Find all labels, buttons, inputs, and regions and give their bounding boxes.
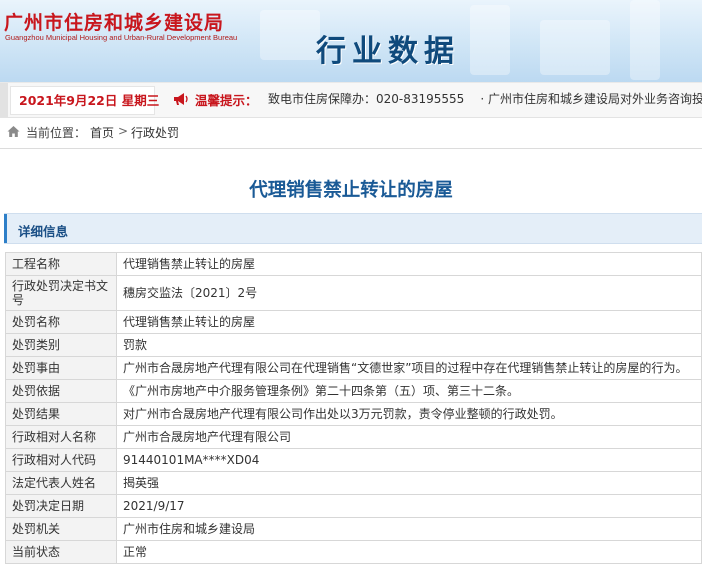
table-row: 处罚机关 广州市住房和城乡建设局: [5, 517, 702, 541]
table-row: 工程名称 代理销售禁止转让的房屋: [5, 252, 702, 276]
field-label: 处罚类别: [5, 333, 117, 357]
field-label: 行政相对人代码: [5, 448, 117, 472]
field-label: 处罚事由: [5, 356, 117, 380]
field-label: 处罚决定日期: [5, 494, 117, 518]
table-row: 法定代表人姓名 揭英强: [5, 471, 702, 495]
field-label: 行政处罚决定书文号: [5, 275, 117, 311]
notice-ticker[interactable]: 致电市住房保障办：020-83195555 · 广州市住房和城乡建设局对外业务咨询…: [268, 90, 702, 107]
field-label: 处罚名称: [5, 310, 117, 334]
table-row: 当前状态 正常: [5, 540, 702, 564]
table-row: 处罚名称 代理销售禁止转让的房屋: [5, 310, 702, 334]
table-row: 处罚结果 对广州市合晟房地产代理有限公司作出处以3万元罚款，责令停业整顿的行政处…: [5, 402, 702, 426]
megaphone-icon: [174, 93, 188, 105]
detail-section-label: 详细信息: [18, 224, 69, 239]
home-icon: [7, 126, 20, 137]
field-value: 广州市合晟房地产代理有限公司: [116, 425, 702, 449]
table-row: 处罚依据 《广州市房地产中介服务管理条例》第二十四条第（五）项、第三十二条。: [5, 379, 702, 403]
field-value: 对广州市合晟房地产代理有限公司作出处以3万元罚款，责令停业整顿的行政处罚。: [116, 402, 702, 426]
site-logo-english: Guangzhou Municipal Housing and Urban-Ru…: [5, 33, 238, 42]
table-row: 处罚类别 罚款: [5, 333, 702, 357]
field-value: 广州市住房和城乡建设局: [116, 517, 702, 541]
breadcrumb: 当前位置： 首页 > 行政处罚: [0, 118, 702, 146]
field-label: 处罚结果: [5, 402, 117, 426]
field-label: 处罚机关: [5, 517, 117, 541]
field-label: 行政相对人名称: [5, 425, 117, 449]
field-value: 91440101MA****XD04: [116, 448, 702, 472]
section-title: 行业数据: [316, 34, 460, 69]
site-logo-text[interactable]: 广州市住房和城乡建设局: [4, 8, 224, 35]
field-value: 《广州市房地产中介服务管理条例》第二十四条第（五）项、第三十二条。: [116, 379, 702, 403]
info-bar-stripe: [0, 83, 8, 117]
table-row: 行政相对人名称 广州市合晟房地产代理有限公司: [5, 425, 702, 449]
table-row: 行政相对人代码 91440101MA****XD04: [5, 448, 702, 472]
field-value: 正常: [116, 540, 702, 564]
field-value: 代理销售禁止转让的房屋: [116, 310, 702, 334]
field-label: 处罚依据: [5, 379, 117, 403]
table-row: 处罚决定日期 2021/9/17: [5, 494, 702, 518]
detail-section-header: [4, 213, 702, 244]
field-value: 罚款: [116, 333, 702, 357]
field-value: 穗房交监法〔2021〕2号: [116, 275, 702, 311]
table-row: 行政处罚决定书文号 穗房交监法〔2021〕2号: [5, 275, 702, 311]
breadcrumb-home-link[interactable]: 首页: [90, 124, 114, 141]
breadcrumb-divider: [0, 148, 702, 149]
field-value: 代理销售禁止转让的房屋: [116, 252, 702, 276]
current-date: 2021年9月22日 星期三: [19, 93, 160, 108]
breadcrumb-separator: >: [118, 124, 129, 138]
field-label: 法定代表人姓名: [5, 471, 117, 495]
field-value: 2021/9/17: [116, 494, 702, 518]
field-label: 工程名称: [5, 252, 117, 276]
detail-section-accent: [4, 214, 7, 243]
notice-item[interactable]: · 广州市住房和城乡建设局对外业务咨询投诉: [480, 92, 702, 106]
page-title: 代理销售禁止转让的房屋: [249, 180, 453, 201]
table-row: 处罚事由 广州市合晟房地产代理有限公司在代理销售“文德世家”项目的过程中存在代理…: [5, 356, 702, 380]
notice-item[interactable]: 致电市住房保障办：020-83195555: [268, 92, 464, 106]
breadcrumb-current-link[interactable]: 行政处罚: [131, 124, 179, 141]
field-value: 广州市合晟房地产代理有限公司在代理销售“文德世家”项目的过程中存在代理销售禁止转…: [116, 356, 702, 380]
notice-label: 温馨提示：: [195, 93, 258, 108]
detail-table: 工程名称 代理销售禁止转让的房屋 行政处罚决定书文号 穗房交监法〔2021〕2号…: [5, 252, 702, 564]
field-value: 揭英强: [116, 471, 702, 495]
breadcrumb-prefix: 当前位置：: [26, 126, 87, 140]
field-label: 当前状态: [5, 540, 117, 564]
